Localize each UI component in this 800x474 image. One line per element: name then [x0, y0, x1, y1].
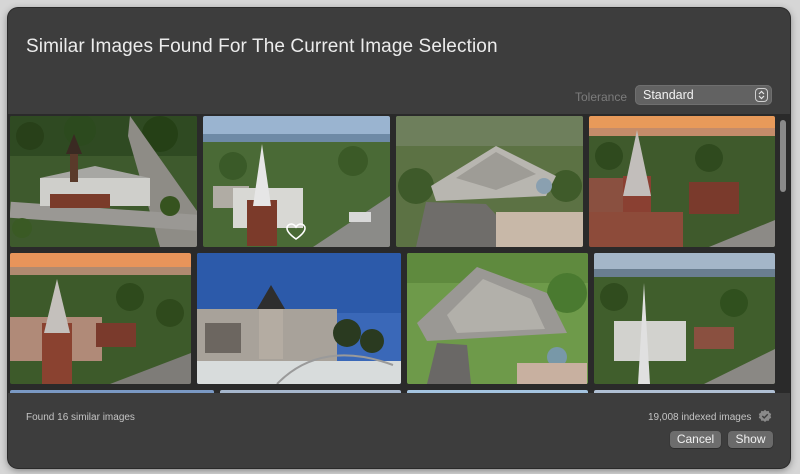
image-thumbnail[interactable]: [197, 253, 401, 384]
image-thumbnail[interactable]: [407, 253, 588, 384]
tolerance-select[interactable]: Standard: [635, 85, 772, 105]
image-thumbnail[interactable]: [10, 116, 197, 247]
image-thumbnail[interactable]: [589, 116, 775, 247]
image-thumbnail[interactable]: [10, 390, 214, 393]
cancel-button[interactable]: Cancel: [670, 431, 721, 448]
image-thumbnail[interactable]: [10, 253, 191, 384]
tolerance-value: Standard: [643, 88, 694, 102]
chevron-updown-icon: [755, 88, 768, 102]
image-thumbnail[interactable]: [594, 390, 775, 393]
image-thumbnail[interactable]: [396, 116, 583, 247]
image-thumbnail[interactable]: [203, 116, 390, 247]
show-button[interactable]: Show: [728, 431, 773, 448]
scrollbar[interactable]: [778, 114, 790, 393]
image-thumbnail[interactable]: [407, 390, 588, 393]
tolerance-label: Tolerance: [575, 90, 628, 104]
dialog-title: Similar Images Found For The Current Ima…: [26, 36, 498, 57]
scrollbar-thumb[interactable]: [780, 120, 786, 192]
found-count: Found 16 similar images: [26, 412, 135, 423]
verified-badge-icon: [758, 409, 772, 423]
indexed-count: 19,008 indexed images: [648, 412, 752, 423]
image-grid: [8, 114, 790, 393]
heart-icon[interactable]: [286, 223, 306, 241]
image-thumbnail[interactable]: [594, 253, 775, 384]
image-thumbnail[interactable]: [220, 390, 401, 393]
similar-images-dialog: Similar Images Found For The Current Ima…: [8, 8, 790, 468]
